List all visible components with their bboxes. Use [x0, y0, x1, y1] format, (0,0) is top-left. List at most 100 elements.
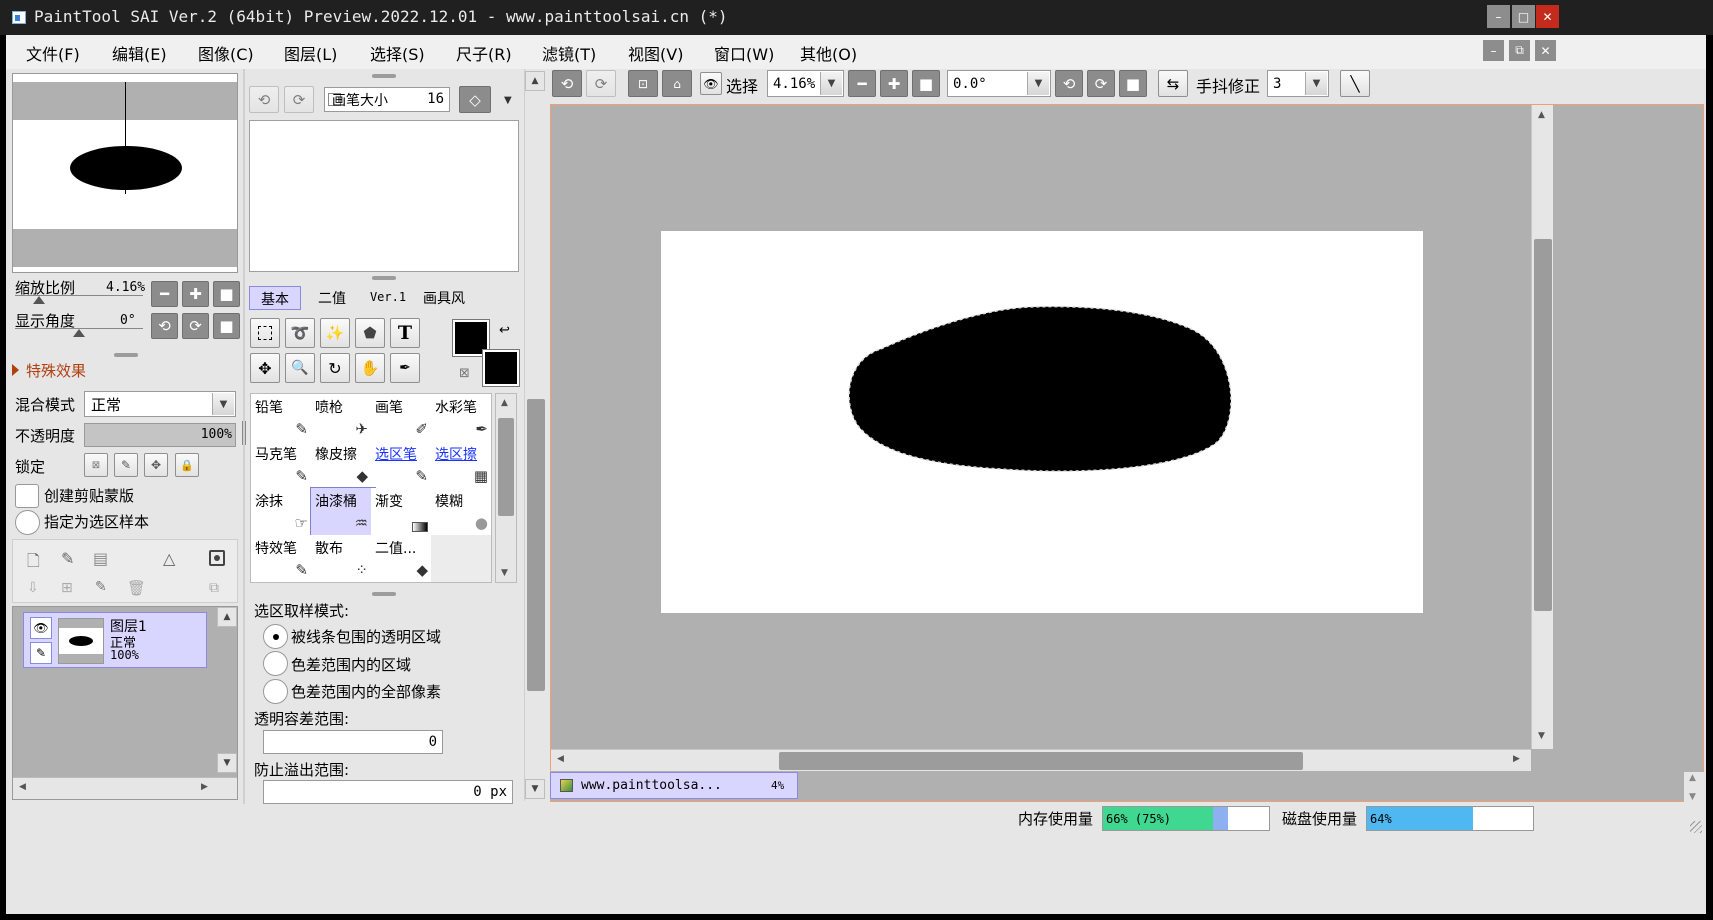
lock-transparency-button[interactable]: ⊠	[84, 453, 108, 477]
brush-menu-chevron-icon[interactable]: ▼	[504, 95, 512, 106]
undo-brush-button[interactable]: ⟲	[249, 86, 279, 113]
shape-tool-button[interactable]: ⬟	[355, 318, 385, 348]
tool-bucket[interactable]: 油漆桶 ♒	[310, 487, 376, 539]
canvas-document[interactable]	[661, 231, 1423, 613]
tool-selection-eraser[interactable]: 选区擦 ▦	[431, 441, 491, 491]
menu-ruler[interactable]: 尺子(R)	[456, 41, 512, 65]
tool-scatter[interactable]: 散布 ⁘	[311, 535, 375, 582]
close-button[interactable]: ✕	[1536, 5, 1559, 28]
layer-list-hscroll[interactable]: ◀ ▶	[13, 777, 237, 799]
merge-down-icon[interactable]: ⊞	[61, 580, 73, 596]
blend-mode-select[interactable]: 正常 ▼	[84, 391, 236, 417]
tool-grid-scrollbar[interactable]: ▲ ▼	[495, 393, 517, 583]
doc-restore-button[interactable]: ⧉	[1509, 40, 1530, 61]
angle-combo[interactable]: 0.0° ▼	[947, 70, 1051, 97]
zoom-tool-button[interactable]: 🔍	[285, 353, 315, 383]
doc-minimize-button[interactable]: –	[1483, 40, 1504, 61]
tool-panel-splitter-top[interactable]	[372, 74, 396, 78]
option-all-pixels-radio[interactable]	[263, 679, 288, 704]
tab-ver1[interactable]: Ver.1	[362, 286, 414, 310]
toolbar-rotate-right-button[interactable]: ⟳	[1087, 70, 1115, 97]
hand-tool-button[interactable]: ✋	[355, 353, 385, 383]
deselect-button[interactable]: ⊡	[628, 70, 658, 97]
clear-selection-button[interactable]: ⌂	[662, 70, 692, 97]
layer-mask-icon[interactable]	[209, 550, 225, 566]
clipping-mask-checkbox[interactable]	[15, 484, 39, 508]
layer-effect-icon[interactable]: △	[163, 549, 175, 568]
tool-blur[interactable]: 模糊 ●	[431, 488, 491, 538]
lock-all-button[interactable]: 🔒	[175, 453, 199, 477]
text-tool-button[interactable]: T	[390, 318, 420, 348]
document-tab[interactable]: www.painttoolsa... 4%	[550, 772, 798, 799]
zoom-out-button[interactable]: ━	[151, 281, 178, 307]
overflow-input[interactable]: 0 px	[263, 780, 513, 804]
tool-smudge[interactable]: 涂抹 ☞	[251, 488, 315, 538]
magic-wand-tool-button[interactable]: ✨	[320, 318, 350, 348]
effects-label[interactable]: 特殊效果	[26, 360, 86, 381]
angle-slider-thumb[interactable]	[73, 329, 85, 337]
tool-binary[interactable]: 二值... ◆	[371, 535, 435, 582]
option-color-range-radio[interactable]	[263, 651, 288, 676]
tool-selection-pen[interactable]: 选区笔 ✎	[371, 441, 435, 491]
tool-panel-scroll-down[interactable]: ▼	[525, 779, 545, 799]
tool-panel-scrollbar[interactable]: ▲ ▼	[524, 69, 546, 801]
tool-marker[interactable]: 马克笔 ✎	[251, 441, 315, 491]
line-tool-button[interactable]: ╲	[1340, 70, 1370, 97]
zoom-slider-thumb[interactable]	[33, 296, 45, 304]
lock-paint-button[interactable]: ✎	[114, 453, 138, 477]
secondary-color-swatch[interactable]	[482, 349, 520, 387]
tab-binary[interactable]: 二值	[306, 286, 358, 310]
menu-image[interactable]: 图像(C)	[198, 41, 254, 65]
navigator-preview[interactable]	[12, 73, 238, 273]
tool-eraser[interactable]: 橡皮擦 ◆	[311, 441, 375, 491]
tool-panel-splitter-bottom[interactable]	[372, 592, 396, 596]
menu-edit[interactable]: 编辑(E)	[112, 41, 167, 65]
tool-panel-scroll-up[interactable]: ▲	[525, 71, 545, 91]
swap-colors-icon[interactable]: ↩	[499, 323, 510, 338]
option-lines-radio[interactable]	[263, 624, 288, 649]
show-selection-toggle[interactable]: 👁	[700, 72, 722, 95]
redo-brush-button[interactable]: ⟳	[284, 86, 314, 113]
rotate-tool-button[interactable]: ↻	[320, 353, 350, 383]
toolbar-zoom-in-button[interactable]: ✚	[880, 70, 908, 97]
stabilizer-combo[interactable]: 3 ▼	[1267, 70, 1329, 97]
tool-panel-splitter-mid[interactable]	[372, 276, 396, 280]
marquee-tool-button[interactable]	[250, 318, 280, 348]
menu-view[interactable]: 视图(V)	[628, 41, 683, 65]
rotate-right-button[interactable]: ⟳	[182, 313, 209, 339]
transfer-down-icon[interactable]: ⇩	[27, 580, 39, 596]
new-folder-icon[interactable]: ▤	[93, 549, 108, 568]
menu-select[interactable]: 选择(S)	[370, 41, 425, 65]
rotate-reset-button[interactable]: ■	[213, 313, 240, 339]
canvas-vscroll-thumb[interactable]	[1534, 239, 1552, 611]
tool-effect-pen[interactable]: 特效笔 ✎	[251, 535, 315, 582]
undo-button[interactable]: ⟲	[552, 70, 582, 97]
toolbar-zoom-out-button[interactable]: ━	[848, 70, 876, 97]
redo-button[interactable]: ⟳	[586, 70, 616, 97]
selection-sample-checkbox[interactable]	[15, 510, 40, 535]
doc-close-button[interactable]: ✕	[1535, 40, 1556, 61]
canvas-hscroll-thumb[interactable]	[779, 752, 1303, 770]
brush-size-field[interactable]: 画笔大小 16	[324, 87, 450, 112]
layer-row[interactable]: 👁 ✎ 图层1 正常 100%	[23, 612, 207, 668]
tool-brush[interactable]: 画笔 ✐	[371, 394, 435, 444]
tool-panel-scroll-thumb[interactable]	[527, 399, 545, 691]
lasso-tool-button[interactable]: ➰	[285, 318, 315, 348]
layer-list-scroll-down[interactable]: ▼	[217, 753, 237, 773]
menu-window[interactable]: 窗口(W)	[714, 41, 774, 65]
layer-edit-icon[interactable]: ✎	[30, 642, 52, 664]
delete-layer-icon[interactable]: 🗑	[127, 579, 146, 597]
zoom-reset-button[interactable]: ■	[213, 281, 240, 307]
minimize-button[interactable]: –	[1487, 5, 1510, 28]
layer-list-scroll-up[interactable]: ▲	[217, 607, 237, 627]
effects-expander-icon[interactable]	[12, 364, 19, 376]
toolbar-zoom-reset-button[interactable]: ■	[912, 70, 940, 97]
tolerance-input[interactable]: 0	[263, 730, 443, 754]
menu-layer[interactable]: 图层(L)	[284, 41, 337, 65]
tab-basic[interactable]: 基本	[249, 286, 301, 310]
rotate-left-button[interactable]: ⟲	[151, 313, 178, 339]
opacity-slider[interactable]: 100%	[84, 423, 236, 447]
toolbar-rotate-left-button[interactable]: ⟲	[1055, 70, 1083, 97]
visibility-eye-icon[interactable]: 👁	[30, 617, 52, 639]
toolbar-rotate-reset-button[interactable]: ■	[1119, 70, 1147, 97]
